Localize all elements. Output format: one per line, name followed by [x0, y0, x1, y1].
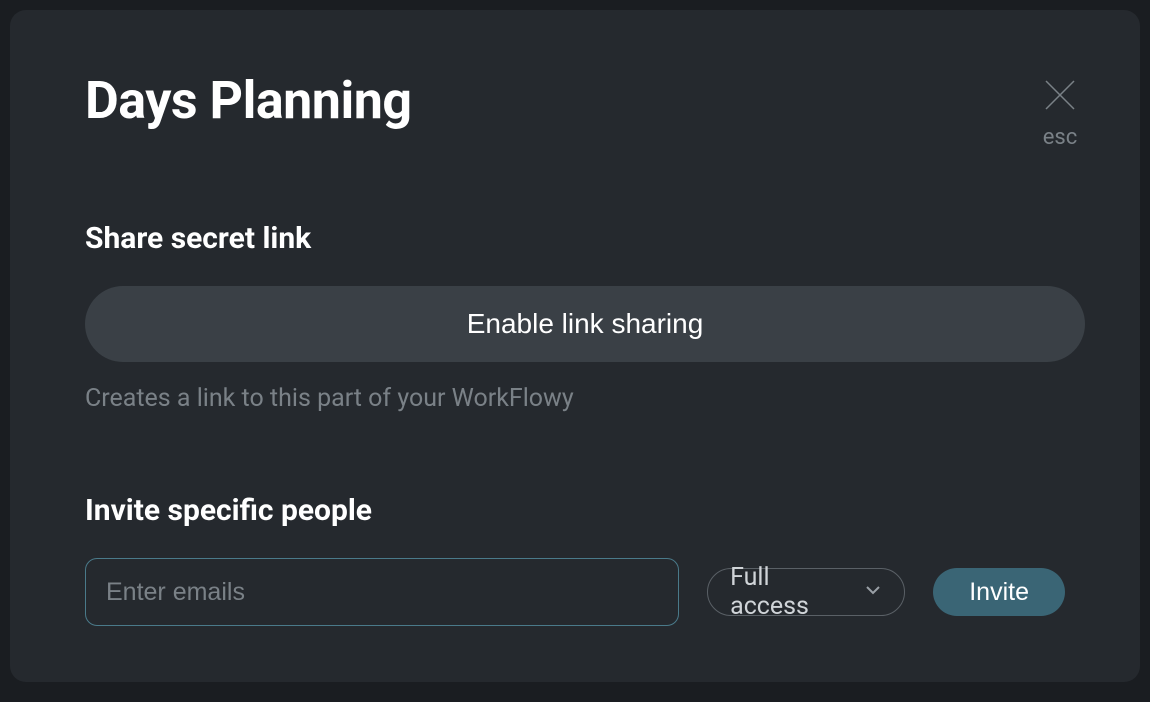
access-level-dropdown[interactable]: Full access [707, 568, 905, 616]
close-label: esc [1043, 125, 1078, 150]
share-link-hint: Creates a link to this part of your Work… [85, 384, 1065, 413]
access-level-label: Full access [730, 563, 850, 621]
invite-people-heading: Invite specific people [85, 493, 1065, 528]
share-modal: esc Days Planning Share secret link Enab… [10, 10, 1140, 682]
close-icon [1040, 75, 1080, 119]
share-link-heading: Share secret link [85, 221, 1065, 256]
modal-title: Days Planning [85, 70, 1065, 131]
close-button[interactable]: esc [1040, 75, 1080, 150]
enable-link-sharing-button[interactable]: Enable link sharing [85, 286, 1085, 362]
chevron-down-icon [864, 581, 882, 603]
invite-button[interactable]: Invite [933, 568, 1065, 616]
invite-row: Full access Invite [85, 558, 1065, 626]
email-input[interactable] [85, 558, 679, 626]
